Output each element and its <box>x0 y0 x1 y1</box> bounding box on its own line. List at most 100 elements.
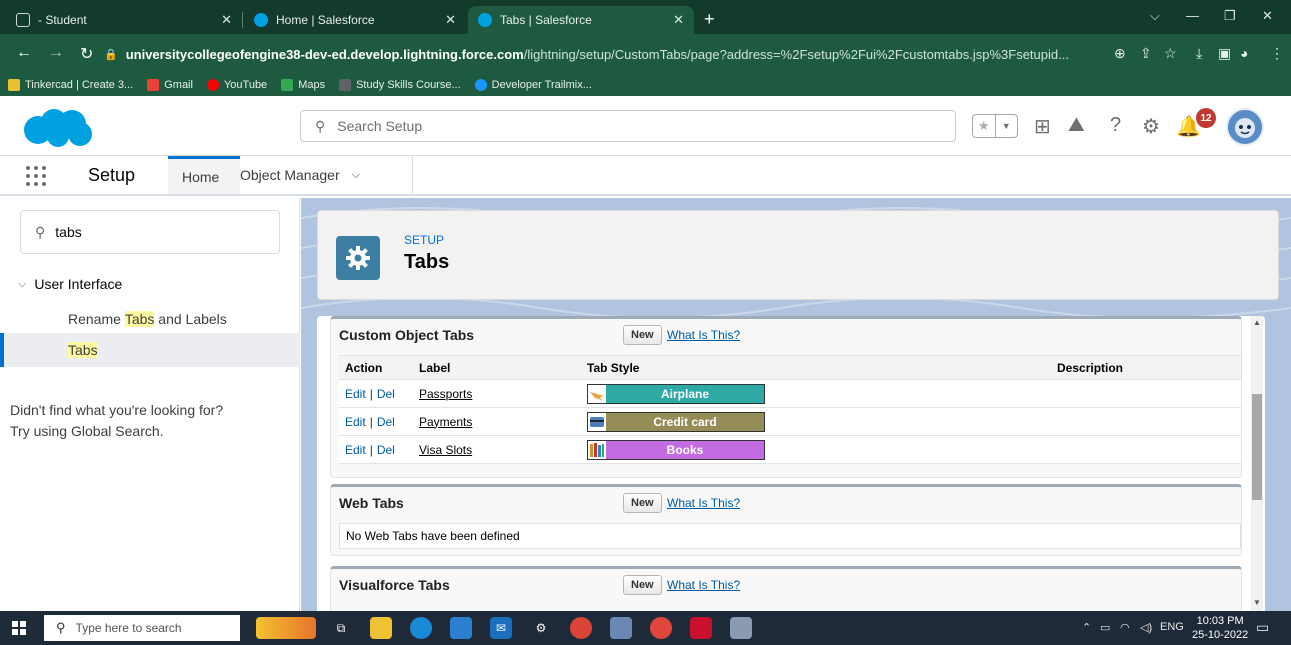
delete-link[interactable]: Del <box>377 387 395 401</box>
edit-link[interactable]: Edit <box>345 387 366 401</box>
chevron-down-icon[interactable]: ▼ <box>994 115 1018 137</box>
file-explorer-icon[interactable] <box>370 617 392 639</box>
main-content: SETUP Tabs Custom Object Tabs New What I… <box>301 198 1291 611</box>
search-highlight: Tabs <box>68 342 98 358</box>
bookmark-tinkercad[interactable]: Tinkercad | Create 3... <box>8 79 133 91</box>
tab-label-link[interactable]: Visa Slots <box>419 443 472 457</box>
star-icon[interactable]: ★ <box>973 115 995 137</box>
sidebar-item-tabs[interactable]: Tabs <box>0 333 300 367</box>
mail-icon[interactable]: ✉ <box>490 617 512 639</box>
browser-tab-home[interactable]: Home | Salesforce ✕ <box>244 6 466 34</box>
scroll-up-icon[interactable]: ▲ <box>1253 318 1261 327</box>
salesforce-logo[interactable] <box>18 108 96 148</box>
tinkercad-icon <box>8 79 20 91</box>
search-icon: ⚲ <box>315 117 326 134</box>
acrobat-icon[interactable] <box>690 617 712 639</box>
download-icon[interactable]: ⤓ <box>1196 45 1202 62</box>
scroll-down-icon[interactable]: ▼ <box>1253 598 1261 607</box>
content-scrollbar[interactable]: ▲ ▼ <box>1251 316 1263 611</box>
restore-icon[interactable]: ❐ <box>1224 8 1236 24</box>
app-icon[interactable] <box>730 617 752 639</box>
close-window-icon[interactable]: ✕ <box>1262 8 1273 24</box>
tree-section-user-interface[interactable]: ⌵ User Interface <box>18 276 122 292</box>
chrome-profile-icon[interactable] <box>650 617 672 639</box>
chevron-down-icon[interactable]: ⌵ <box>1150 8 1160 24</box>
bookmark-study-skills[interactable]: Study Skills Course... <box>339 79 461 91</box>
browser-tab-tabs[interactable]: Tabs | Salesforce ✕ <box>468 6 694 34</box>
chevron-down-icon[interactable]: ⌵ <box>352 169 360 182</box>
sidepanel-icon[interactable]: ▣ <box>1218 45 1231 62</box>
tab-label-link[interactable]: Passports <box>419 387 472 401</box>
app-icon[interactable] <box>610 617 632 639</box>
windows-start-icon[interactable] <box>12 621 26 635</box>
tree-section-label: User Interface <box>34 276 123 292</box>
trailhead-icon[interactable]: ⛰ <box>1068 114 1085 137</box>
profile-icon[interactable]: ◕ <box>1240 45 1248 61</box>
bookmark-gmail[interactable]: Gmail <box>147 79 193 91</box>
close-icon[interactable]: ✕ <box>221 12 232 28</box>
what-is-this-link[interactable]: What Is This? <box>667 496 740 510</box>
avatar[interactable] <box>1226 108 1264 146</box>
quick-find-input[interactable]: ⚲ tabs <box>20 210 280 254</box>
close-icon[interactable]: ✕ <box>673 12 684 28</box>
zoom-icon[interactable]: ⊕ <box>1114 45 1126 62</box>
not-found-hint: Didn't find what you're looking for? Try… <box>10 400 223 442</box>
favorites-button[interactable]: ★ ▼ <box>972 114 1018 138</box>
edit-link[interactable]: Edit <box>345 415 366 429</box>
browser-tab-student[interactable]: - Student ✕ <box>6 6 242 34</box>
chrome-icon[interactable] <box>570 617 592 639</box>
delete-link[interactable]: Del <box>377 415 395 429</box>
minimize-icon[interactable]: — <box>1186 8 1199 23</box>
browser-tab-strip: - Student ✕ Home | Salesforce ✕ Tabs | S… <box>0 0 1291 34</box>
chevron-up-icon[interactable]: ⌃ <box>1082 621 1091 634</box>
global-header: ⚲ Search Setup ★ ▼ ⊞ ⛰ ? ⚙ 🔔 12 <box>0 96 1291 156</box>
astro-avatar-icon <box>1235 118 1255 138</box>
bookmark-star-icon[interactable]: ☆ <box>1164 45 1177 62</box>
description-cell <box>1051 407 1241 436</box>
tab-label-link[interactable]: Payments <box>419 415 472 429</box>
new-visualforce-tab-button[interactable]: New <box>623 575 662 595</box>
tab-object-manager[interactable]: Object Manager ⌵ <box>240 156 412 194</box>
forward-arrow-icon[interactable]: → <box>48 44 64 62</box>
reload-icon[interactable]: ↻ <box>80 44 93 64</box>
system-clock[interactable]: 10:03 PM 25-10-2022 <box>1192 614 1248 642</box>
delete-link[interactable]: Del <box>377 443 395 457</box>
search-highlight-icon[interactable] <box>256 617 316 639</box>
scroll-thumb[interactable] <box>1252 394 1262 500</box>
taskbar-search-input[interactable]: ⚲ Type here to search <box>44 615 240 641</box>
store-icon[interactable] <box>450 617 472 639</box>
new-custom-tab-button[interactable]: New <box>623 325 662 345</box>
new-tab-button[interactable]: + <box>704 9 715 30</box>
share-icon[interactable]: ⇪ <box>1140 45 1152 62</box>
app-launcher-icon[interactable] <box>26 166 48 188</box>
help-icon[interactable]: ? <box>1110 114 1121 137</box>
network-icon[interactable]: ▭ <box>1100 621 1110 634</box>
what-is-this-link[interactable]: What Is This? <box>667 328 740 342</box>
wifi-icon[interactable]: ◠ <box>1120 621 1130 634</box>
menu-kebab-icon[interactable]: ⋮ <box>1270 45 1284 62</box>
tab-home[interactable]: Home <box>168 156 240 194</box>
language-indicator[interactable]: ENG <box>1160 621 1184 633</box>
description-cell <box>1051 379 1241 408</box>
global-actions-icon[interactable]: ⊞ <box>1034 114 1051 139</box>
new-web-tab-button[interactable]: New <box>623 493 662 513</box>
setup-gear-icon[interactable]: ⚙ <box>1142 114 1160 139</box>
task-view-icon[interactable]: ⧉ <box>330 617 352 639</box>
edit-link[interactable]: Edit <box>345 443 366 457</box>
search-setup-input[interactable]: ⚲ Search Setup <box>300 110 956 142</box>
volume-icon[interactable]: ◁) <box>1140 621 1152 634</box>
bookmark-maps[interactable]: Maps <box>281 79 325 91</box>
close-icon[interactable]: ✕ <box>445 12 456 28</box>
edge-browser-icon[interactable] <box>410 617 432 639</box>
notifications-icon[interactable]: ▭ <box>1256 619 1269 636</box>
sidebar-item-rename-tabs[interactable]: Rename Tabs and Labels <box>0 302 300 336</box>
url-field[interactable]: 🔒 universitycollegeofengine38-dev-ed.dev… <box>104 42 1104 66</box>
back-arrow-icon[interactable]: ← <box>16 44 32 62</box>
bookmark-trailmix[interactable]: Developer Trailmix... <box>474 79 592 91</box>
what-is-this-link[interactable]: What Is This? <box>667 578 740 592</box>
action-cell: Edit | Del <box>339 435 413 464</box>
bookmark-youtube[interactable]: YouTube <box>206 79 267 91</box>
settings-gear-icon[interactable]: ⚙ <box>530 617 552 639</box>
label-cell: Visa Slots <box>413 435 581 464</box>
bookmark-label: Maps <box>298 79 326 91</box>
